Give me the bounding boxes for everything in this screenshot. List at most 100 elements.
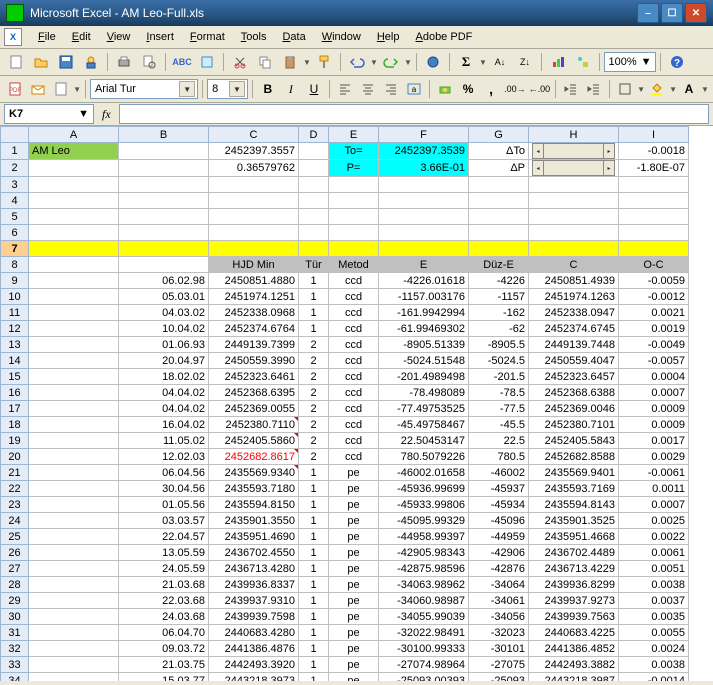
cell[interactable]: 11.05.02 bbox=[119, 433, 209, 449]
cell[interactable]: pe bbox=[329, 545, 379, 561]
cell[interactable]: 2 bbox=[299, 401, 329, 417]
cell[interactable]: pe bbox=[329, 529, 379, 545]
cell[interactable]: -5024.5 bbox=[469, 353, 529, 369]
cell[interactable]: ccd bbox=[329, 401, 379, 417]
cell[interactable]: 2 bbox=[299, 433, 329, 449]
cell[interactable] bbox=[299, 143, 329, 160]
cell[interactable]: ccd bbox=[329, 385, 379, 401]
cell[interactable]: 06.02.98 bbox=[119, 273, 209, 289]
align-right-button[interactable] bbox=[380, 77, 402, 101]
copy-button[interactable] bbox=[253, 50, 277, 74]
menu-insert[interactable]: Insert bbox=[138, 29, 182, 45]
cell[interactable]: 22.50453147 bbox=[379, 433, 469, 449]
formula-input[interactable] bbox=[119, 104, 709, 124]
cell[interactable]: -45095.99329 bbox=[379, 513, 469, 529]
cell[interactable]: -34060.98987 bbox=[379, 593, 469, 609]
spinner-control[interactable]: ◂▸ bbox=[529, 160, 619, 177]
cell[interactable]: 2436702.4489 bbox=[529, 545, 619, 561]
cell[interactable]: 0.0051 bbox=[619, 561, 689, 577]
app-icon[interactable]: X bbox=[4, 28, 22, 46]
col-header-F[interactable]: F bbox=[379, 127, 469, 143]
cell[interactable] bbox=[29, 273, 119, 289]
menu-window[interactable]: Window bbox=[314, 29, 369, 45]
cell[interactable]: 0.0009 bbox=[619, 401, 689, 417]
cell[interactable]: -0.0061 bbox=[619, 465, 689, 481]
sort-desc-button[interactable]: Z↓ bbox=[513, 50, 537, 74]
cell[interactable]: -45933.99806 bbox=[379, 497, 469, 513]
undo-button[interactable] bbox=[345, 50, 369, 74]
cell[interactable]: 0.0007 bbox=[619, 497, 689, 513]
cell[interactable]: pe bbox=[329, 497, 379, 513]
currency-button[interactable] bbox=[434, 77, 456, 101]
cell[interactable]: 2435593.7180 bbox=[209, 481, 299, 497]
cell[interactable]: 2435594.8143 bbox=[529, 497, 619, 513]
help-button[interactable]: ? bbox=[665, 50, 689, 74]
cell[interactable]: ccd bbox=[329, 273, 379, 289]
cell[interactable]: 2 bbox=[299, 353, 329, 369]
cell[interactable]: -27075 bbox=[469, 657, 529, 673]
row-header[interactable]: 19 bbox=[1, 433, 29, 449]
cell[interactable]: ccd bbox=[329, 417, 379, 433]
row-header[interactable]: 7 bbox=[1, 241, 29, 257]
minimize-button[interactable]: – bbox=[637, 3, 659, 23]
cell[interactable]: 03.03.57 bbox=[119, 513, 209, 529]
row-header[interactable]: 33 bbox=[1, 657, 29, 673]
cell[interactable] bbox=[379, 241, 469, 257]
cell[interactable] bbox=[469, 241, 529, 257]
cell[interactable]: 09.03.72 bbox=[119, 641, 209, 657]
cell[interactable] bbox=[119, 143, 209, 160]
cell[interactable]: 22.03.68 bbox=[119, 593, 209, 609]
row-header[interactable]: 29 bbox=[1, 593, 29, 609]
cell[interactable] bbox=[29, 241, 119, 257]
col-header-I[interactable]: I bbox=[619, 127, 689, 143]
cell[interactable]: -0.0018 bbox=[619, 143, 689, 160]
cell[interactable]: Tür bbox=[299, 257, 329, 273]
cell[interactable]: -1.80E-07 bbox=[619, 160, 689, 177]
cell[interactable]: 2450851.4939 bbox=[529, 273, 619, 289]
cell[interactable]: 2443218.3987 bbox=[529, 673, 619, 682]
cell[interactable]: 2435569.9401 bbox=[529, 465, 619, 481]
cell[interactable]: 24.03.68 bbox=[119, 609, 209, 625]
cell[interactable]: 2 bbox=[299, 337, 329, 353]
menu-tools[interactable]: Tools bbox=[233, 29, 275, 45]
cell[interactable]: -30101 bbox=[469, 641, 529, 657]
row-header[interactable]: 28 bbox=[1, 577, 29, 593]
cell[interactable]: ccd bbox=[329, 433, 379, 449]
cell[interactable]: -45934 bbox=[469, 497, 529, 513]
print-preview-button[interactable] bbox=[137, 50, 161, 74]
drawing-button[interactable] bbox=[571, 50, 595, 74]
cell[interactable]: -45096 bbox=[469, 513, 529, 529]
cell[interactable]: 1 bbox=[299, 641, 329, 657]
cell[interactable]: 0.0035 bbox=[619, 609, 689, 625]
cell[interactable]: 2452380.7110 bbox=[209, 417, 299, 433]
cell[interactable] bbox=[29, 369, 119, 385]
row-header[interactable]: 14 bbox=[1, 353, 29, 369]
cell[interactable]: 22.04.57 bbox=[119, 529, 209, 545]
percent-button[interactable]: % bbox=[457, 77, 479, 101]
research-button[interactable] bbox=[195, 50, 219, 74]
cell[interactable]: -0.0049 bbox=[619, 337, 689, 353]
save-button[interactable] bbox=[54, 50, 78, 74]
cell[interactable] bbox=[29, 417, 119, 433]
cell[interactable]: -45.5 bbox=[469, 417, 529, 433]
cell[interactable]: pe bbox=[329, 481, 379, 497]
cell[interactable]: -44959 bbox=[469, 529, 529, 545]
cell[interactable]: -0.0057 bbox=[619, 353, 689, 369]
cell[interactable]: 2435951.4668 bbox=[529, 529, 619, 545]
cell[interactable]: 2442493.3920 bbox=[209, 657, 299, 673]
cell[interactable]: 04.04.02 bbox=[119, 401, 209, 417]
menu-format[interactable]: Format bbox=[182, 29, 233, 45]
cell[interactable]: 2449139.7448 bbox=[529, 337, 619, 353]
cut-button[interactable] bbox=[228, 50, 252, 74]
cell[interactable]: -8905.51339 bbox=[379, 337, 469, 353]
row-header[interactable]: 12 bbox=[1, 321, 29, 337]
cell[interactable]: pe bbox=[329, 577, 379, 593]
cell[interactable] bbox=[29, 465, 119, 481]
col-header-H[interactable]: H bbox=[529, 127, 619, 143]
increase-decimal-button[interactable]: .00→ bbox=[503, 77, 527, 101]
cell[interactable]: 05.03.01 bbox=[119, 289, 209, 305]
cell[interactable] bbox=[119, 257, 209, 273]
borders-button[interactable] bbox=[614, 77, 636, 101]
cell[interactable]: -34061 bbox=[469, 593, 529, 609]
cell[interactable]: 2 bbox=[299, 369, 329, 385]
